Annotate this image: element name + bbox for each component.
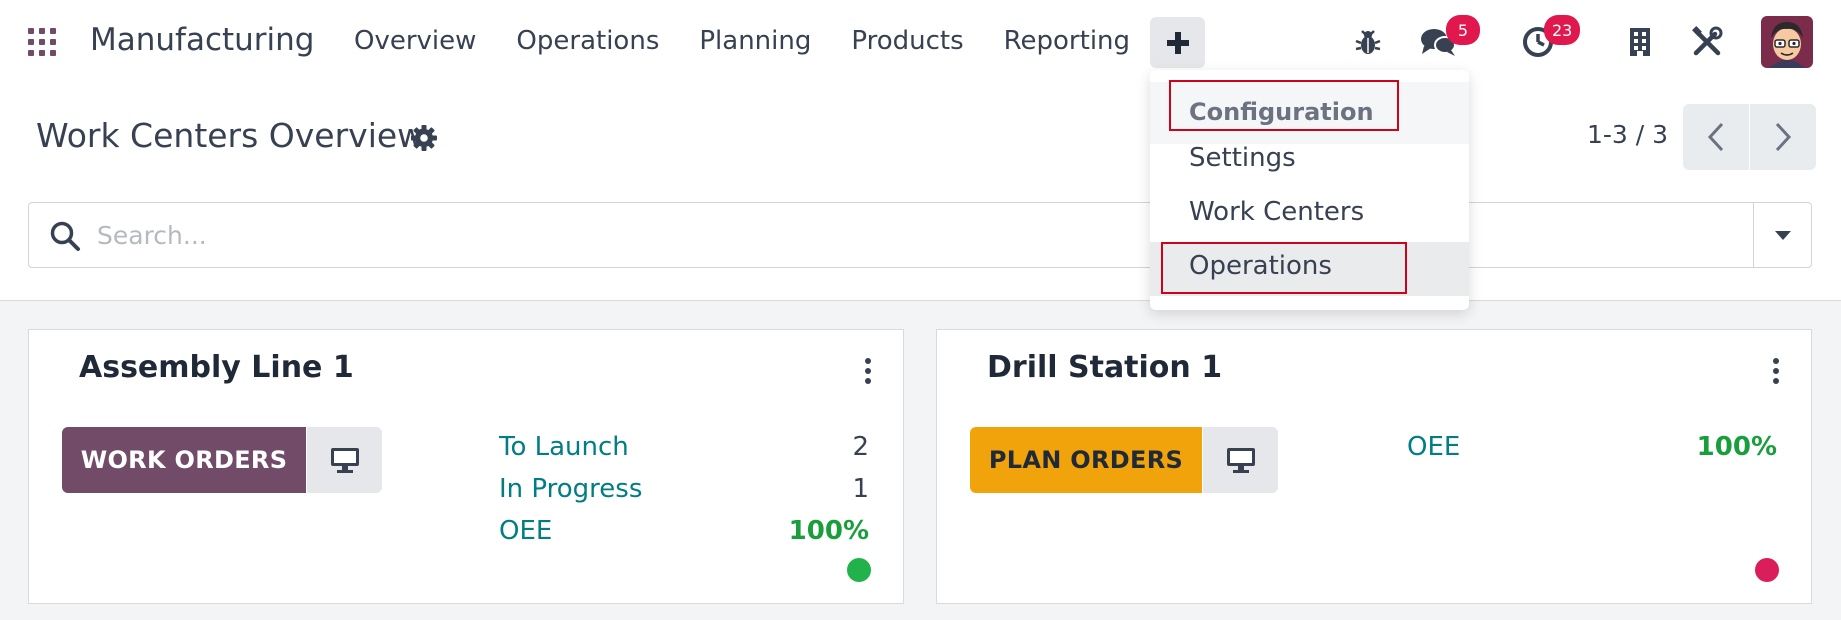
work-center-card[interactable]: Drill Station 1 PLAN ORDERS OEE 100% bbox=[936, 329, 1812, 604]
card-options-icon[interactable] bbox=[863, 358, 873, 384]
dropdown-item-operations[interactable]: Operations bbox=[1189, 251, 1332, 281]
app-brand[interactable]: Manufacturing bbox=[90, 22, 314, 58]
monitor-icon bbox=[330, 448, 359, 473]
pager-value[interactable]: 1-3 / 3 bbox=[1587, 120, 1668, 149]
card-options-icon[interactable] bbox=[1771, 358, 1781, 384]
pager-next-button[interactable] bbox=[1750, 104, 1816, 170]
stat-oee-label[interactable]: OEE bbox=[499, 516, 552, 546]
configuration-dropdown: Configuration Settings Work Centers Oper… bbox=[1150, 70, 1469, 310]
main-menu: Overview Operations Planning Products Re… bbox=[354, 26, 1170, 56]
top-navbar: Manufacturing Overview Operations Planni… bbox=[0, 0, 1841, 84]
stat-oee-value: 100% bbox=[1696, 432, 1777, 462]
stat-to-launch-label[interactable]: To Launch bbox=[499, 432, 629, 462]
work-orders-button[interactable]: WORK ORDERS bbox=[62, 427, 306, 493]
menu-reporting[interactable]: Reporting bbox=[1004, 26, 1130, 56]
stat-oee-value: 100% bbox=[788, 516, 869, 546]
app-grid-icon[interactable] bbox=[28, 28, 58, 56]
user-avatar[interactable] bbox=[1761, 16, 1813, 68]
company-building-icon[interactable] bbox=[1620, 22, 1660, 62]
stat-to-launch-value: 2 bbox=[852, 432, 869, 462]
dropdown-header-configuration: Configuration bbox=[1189, 98, 1374, 126]
messages-count-badge: 5 bbox=[1446, 15, 1480, 45]
card-title: Drill Station 1 bbox=[987, 350, 1223, 385]
shop-floor-button[interactable] bbox=[307, 427, 382, 493]
status-dot-green[interactable] bbox=[847, 558, 871, 582]
status-dot-red[interactable] bbox=[1755, 558, 1779, 582]
caret-down-icon bbox=[1774, 231, 1791, 240]
stat-oee-label[interactable]: OEE bbox=[1407, 432, 1460, 462]
menu-overview[interactable]: Overview bbox=[354, 26, 476, 56]
tools-wrench-icon[interactable] bbox=[1687, 22, 1727, 62]
plan-orders-button[interactable]: PLAN ORDERS bbox=[970, 427, 1202, 493]
activities-count-badge: 23 bbox=[1544, 15, 1581, 45]
search-icon bbox=[49, 220, 81, 252]
card-title: Assembly Line 1 bbox=[79, 350, 354, 385]
dropdown-item-settings[interactable]: Settings bbox=[1189, 143, 1296, 173]
debug-bug-icon[interactable] bbox=[1348, 22, 1388, 62]
page-title: Work Centers Overview bbox=[36, 116, 425, 155]
shop-floor-button[interactable] bbox=[1203, 427, 1278, 493]
dropdown-item-work-centers[interactable]: Work Centers bbox=[1189, 197, 1364, 227]
stat-in-progress-value: 1 bbox=[852, 474, 869, 504]
configuration-menu-button[interactable] bbox=[1150, 17, 1205, 68]
search-options-toggle[interactable] bbox=[1753, 203, 1811, 267]
search-bar bbox=[28, 202, 1812, 268]
gear-icon[interactable] bbox=[410, 124, 438, 152]
pager-previous-button[interactable] bbox=[1683, 104, 1749, 170]
stat-in-progress-label[interactable]: In Progress bbox=[499, 474, 642, 504]
work-center-card[interactable]: Assembly Line 1 WORK ORDERS To Launch 2 … bbox=[28, 329, 904, 604]
monitor-icon bbox=[1226, 448, 1255, 473]
plus-icon bbox=[1166, 31, 1189, 54]
menu-products[interactable]: Products bbox=[851, 26, 963, 56]
menu-operations[interactable]: Operations bbox=[516, 26, 659, 56]
chevron-right-icon bbox=[1775, 122, 1792, 152]
chevron-left-icon bbox=[1707, 122, 1724, 152]
menu-planning[interactable]: Planning bbox=[699, 26, 811, 56]
